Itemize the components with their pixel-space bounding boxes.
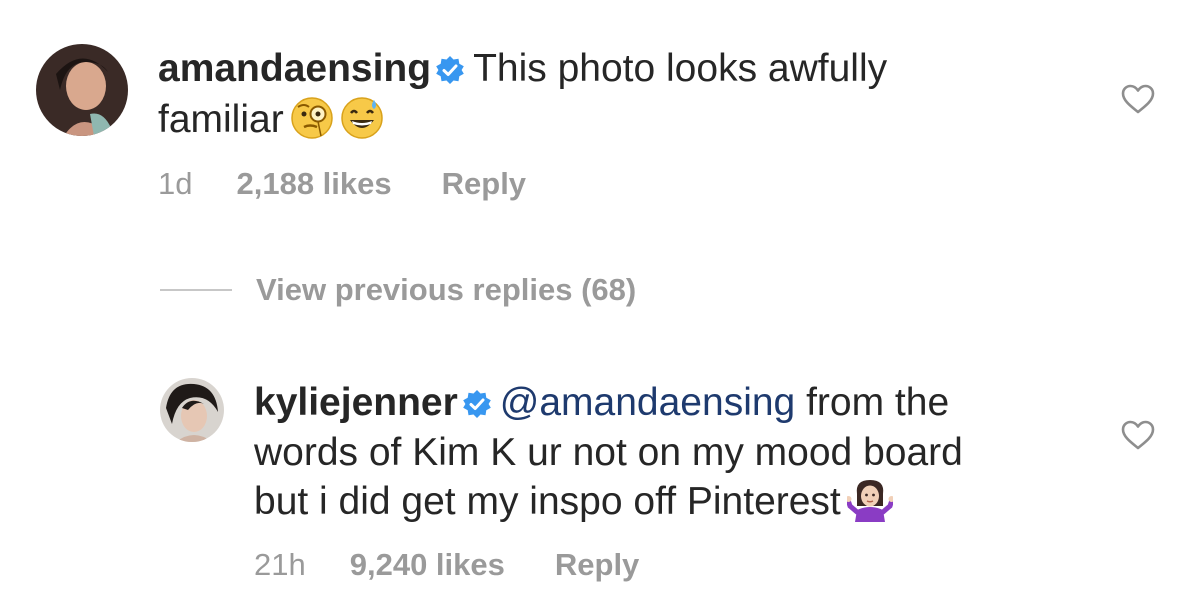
comment-meta: 21h 9,240 likes Reply <box>254 547 639 583</box>
avatar-amandaensing[interactable] <box>36 44 128 136</box>
heart-outline-icon[interactable] <box>1120 83 1156 120</box>
face-with-monocle-icon <box>290 96 334 151</box>
verified-badge-icon <box>435 50 465 96</box>
comment-meta: 1d 2,188 likes Reply <box>158 166 526 202</box>
heart-outline-icon[interactable] <box>1120 419 1156 456</box>
comment-timestamp: 1d <box>158 166 193 201</box>
grinning-face-with-sweat-icon <box>340 96 384 151</box>
comment-username[interactable]: amandaensing <box>158 47 431 90</box>
comment-username[interactable]: kyliejenner <box>254 381 458 424</box>
reply-button[interactable]: Reply <box>442 166 526 202</box>
comment-likes-count[interactable]: 2,188 likes <box>236 166 391 202</box>
comment-body: kyliejenner @amandaensing from the words … <box>254 380 1074 533</box>
mention-link[interactable]: @amandaensing <box>500 381 795 424</box>
view-previous-replies-link[interactable]: View previous replies (68) <box>160 272 636 308</box>
comment-body: amandaensing This photo looks awfully fam… <box>158 46 1038 151</box>
comment-text-line: from the <box>806 381 950 424</box>
verified-badge-icon <box>462 384 492 430</box>
comment-timestamp: 21h <box>254 547 306 582</box>
comment-likes-count[interactable]: 9,240 likes <box>350 547 505 583</box>
woman-shrugging-icon <box>845 476 895 533</box>
avatar-image <box>36 44 128 136</box>
comment-text-line: words of Kim K ur not on my mood board <box>254 431 963 474</box>
reply-button[interactable]: Reply <box>555 547 639 583</box>
view-previous-replies-label: View previous replies (68) <box>256 272 637 307</box>
comment-text-line: but i did get my inspo off Pinterest <box>254 480 841 523</box>
avatar-image <box>160 378 224 442</box>
comment-text-line: This photo looks awfully <box>473 47 888 90</box>
comment-text-line: familiar <box>158 98 284 141</box>
avatar-kyliejenner[interactable] <box>160 378 224 442</box>
thread-divider-line <box>160 289 232 291</box>
